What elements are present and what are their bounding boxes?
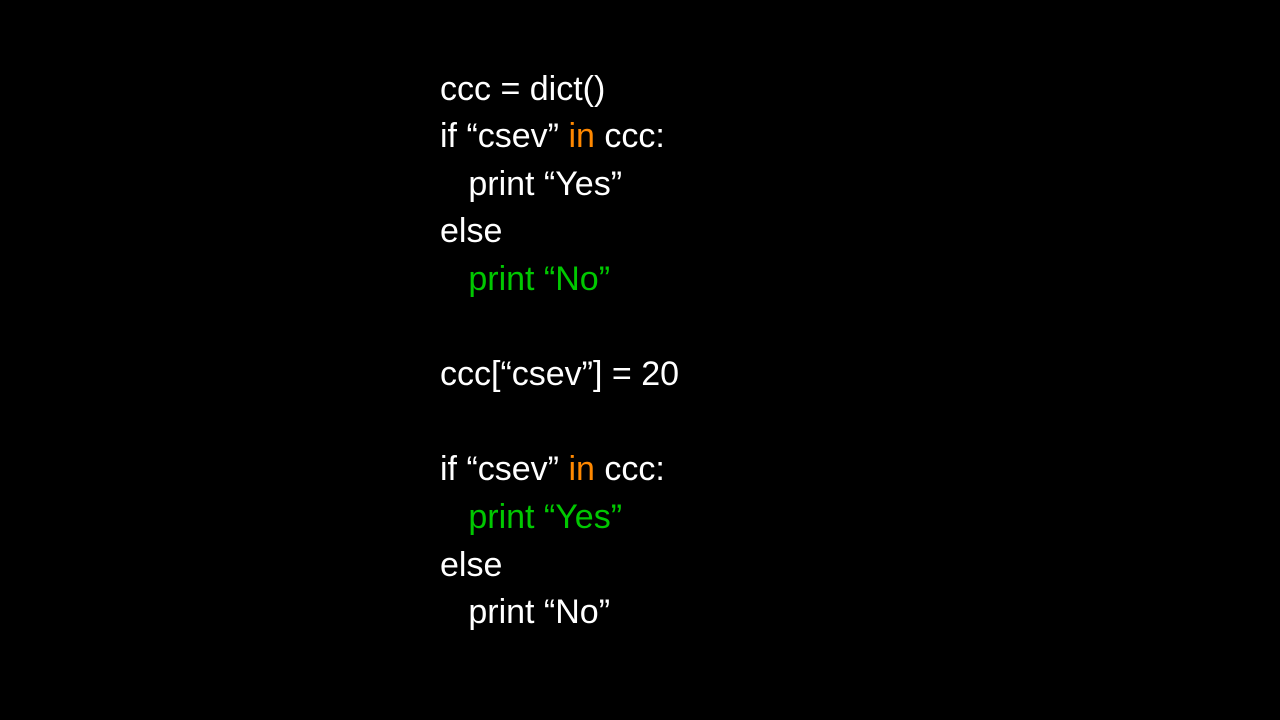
code-line-7: ccc[“csev”] = 20	[440, 355, 679, 393]
code-line-4: else	[440, 212, 502, 250]
code-line-11: else	[440, 546, 502, 584]
code-line-12: print “No”	[440, 593, 610, 631]
code-line-2-part-c: ccc:	[595, 117, 665, 155]
code-line-9-part-a: if “csev”	[440, 450, 568, 488]
code-snippet: ccc = dict() if “csev” in ccc: print “Ye…	[440, 18, 679, 637]
code-line-2-part-a: if “csev”	[440, 117, 568, 155]
keyword-in-2: in	[568, 450, 594, 488]
code-line-10-highlight: print “Yes”	[440, 498, 622, 536]
code-line-1: ccc = dict()	[440, 70, 605, 108]
keyword-in-1: in	[568, 117, 594, 155]
code-line-9-part-c: ccc:	[595, 450, 665, 488]
code-line-3: print “Yes”	[440, 165, 622, 203]
code-line-5-highlight: print “No”	[440, 260, 610, 298]
